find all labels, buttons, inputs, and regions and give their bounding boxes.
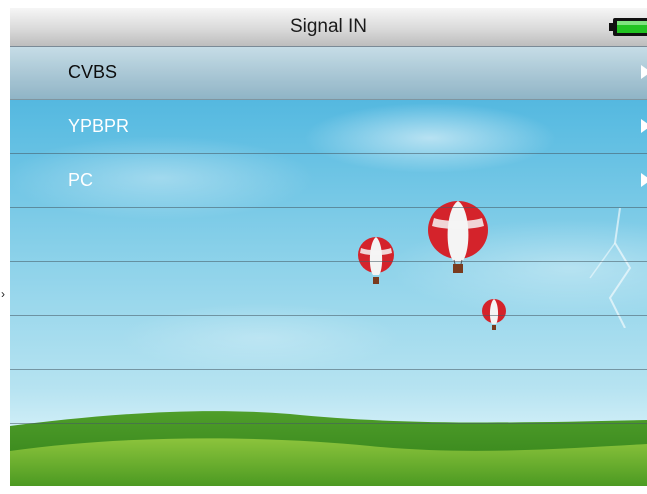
chevron-right-icon — [641, 119, 647, 133]
menu-item-ypbpr[interactable]: YPBPR — [10, 100, 647, 154]
menu-item-cvbs[interactable]: CVBS — [10, 46, 647, 100]
page-title: Signal IN — [289, 16, 368, 37]
battery-icon — [609, 18, 647, 36]
menu-item-empty — [10, 370, 647, 424]
menu-item-empty — [10, 208, 647, 262]
menu-item-empty — [10, 316, 647, 370]
title-bar: Signal IN — [10, 8, 647, 47]
device-screen: Signal IN CVBS YPBPR PC — [10, 8, 647, 486]
side-arrow-icon: › — [1, 287, 5, 301]
menu-item-label: CVBS — [68, 62, 118, 82]
chevron-right-icon — [641, 173, 647, 187]
signal-input-menu: CVBS YPBPR PC — [10, 46, 647, 424]
menu-item-pc[interactable]: PC — [10, 154, 647, 208]
chevron-right-icon — [641, 65, 647, 79]
menu-item-label: YPBPR — [68, 116, 130, 136]
menu-item-label: PC — [68, 170, 94, 190]
menu-item-empty — [10, 262, 647, 316]
